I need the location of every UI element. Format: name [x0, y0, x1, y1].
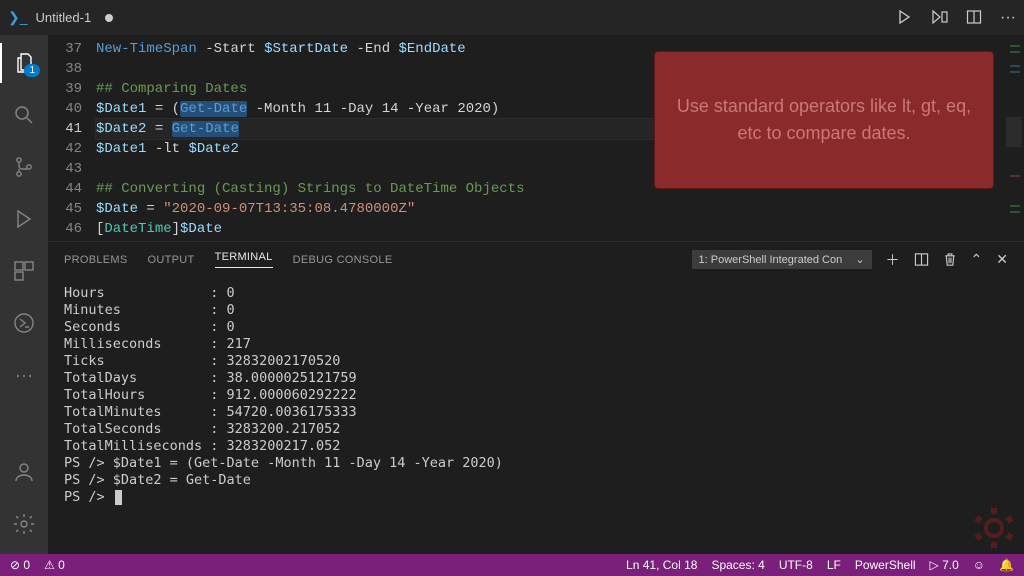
search-icon[interactable] — [0, 95, 48, 135]
terminal-name: 1: PowerShell Integrated Con — [699, 254, 843, 266]
status-encoding[interactable]: UTF-8 — [779, 558, 813, 572]
status-bell-icon[interactable]: 🔔 — [999, 558, 1014, 572]
split-terminal-icon[interactable] — [914, 252, 929, 267]
trash-icon[interactable] — [943, 252, 957, 267]
panel-tab-debug-console[interactable]: DEBUG CONSOLE — [293, 254, 393, 266]
status-eol[interactable]: LF — [827, 558, 841, 572]
chevron-down-icon: ⌄ — [855, 253, 864, 266]
new-terminal-icon[interactable]: ＋ — [886, 250, 900, 270]
run-debug-icon[interactable] — [0, 199, 48, 239]
status-errors[interactable]: ⊘ 0 — [10, 558, 30, 572]
panel-tabs: PROBLEMS OUTPUT TERMINAL DEBUG CONSOLE 1: P… — [48, 242, 1024, 277]
source-control-icon[interactable] — [0, 147, 48, 187]
terminal-output[interactable]: Hours : 0Minutes : 0Seconds : 0Milliseco… — [48, 277, 1024, 554]
status-ps-version[interactable]: ▷ 7.0 — [930, 558, 959, 572]
line-gutter: 37383940414243444546 — [48, 35, 96, 241]
split-editor-icon[interactable] — [966, 9, 982, 27]
panel-tab-output[interactable]: OUTPUT — [148, 254, 195, 266]
powershell-ext-icon[interactable] — [0, 303, 48, 343]
terminal-selector[interactable]: 1: PowerShell Integrated Con ⌄ — [692, 250, 872, 269]
run-icon[interactable] — [896, 9, 912, 27]
title-bar: ❯_ Untitled-1 ··· — [0, 0, 1024, 35]
chevron-up-icon[interactable]: ⌃ — [971, 251, 983, 268]
settings-gear-icon[interactable] — [0, 504, 48, 544]
dirty-indicator-icon — [105, 14, 113, 22]
editor[interactable]: 37383940414243444546 New-TimeSpan -Start… — [48, 35, 1024, 241]
powershell-icon: ❯_ — [8, 9, 28, 26]
activity-bar: 1 ··· — [0, 35, 48, 554]
panel-tab-problems[interactable]: PROBLEMS — [64, 254, 128, 266]
tab-title[interactable]: Untitled-1 — [36, 10, 92, 25]
close-panel-icon[interactable]: ✕ — [996, 251, 1008, 268]
status-bar: ⊘ 0 ⚠ 0 Ln 41, Col 18 Spaces: 4 UTF-8 LF… — [0, 554, 1024, 576]
minimap[interactable] — [994, 35, 1024, 241]
status-language[interactable]: PowerShell — [855, 558, 916, 572]
bottom-panel: PROBLEMS OUTPUT TERMINAL DEBUG CONSOLE 1: P… — [48, 241, 1024, 554]
status-spaces[interactable]: Spaces: 4 — [711, 558, 764, 572]
code-line[interactable]: [DateTime]$Date — [96, 219, 994, 239]
code-line[interactable]: $Date = "2020-09-07T13:35:08.4780000Z" — [96, 199, 994, 219]
callout-overlay: Use standard operators like lt, gt, eq, … — [654, 51, 994, 189]
more-actions-icon[interactable]: ··· — [0, 355, 48, 395]
status-warnings[interactable]: ⚠ 0 — [44, 558, 65, 572]
badge: 1 — [24, 64, 40, 77]
status-feedback-icon[interactable]: ☺ — [973, 558, 985, 572]
panel-actions: 1: PowerShell Integrated Con ⌄ ＋ ⌃ ✕ — [692, 250, 1008, 270]
extensions-icon[interactable] — [0, 251, 48, 291]
status-ln-col[interactable]: Ln 41, Col 18 — [626, 558, 697, 572]
explorer-icon[interactable]: 1 — [0, 43, 48, 83]
more-icon[interactable]: ··· — [1000, 9, 1016, 27]
panel-tab-terminal[interactable]: TERMINAL — [215, 251, 273, 268]
run-split-icon[interactable] — [930, 9, 948, 27]
accounts-icon[interactable] — [0, 452, 48, 492]
